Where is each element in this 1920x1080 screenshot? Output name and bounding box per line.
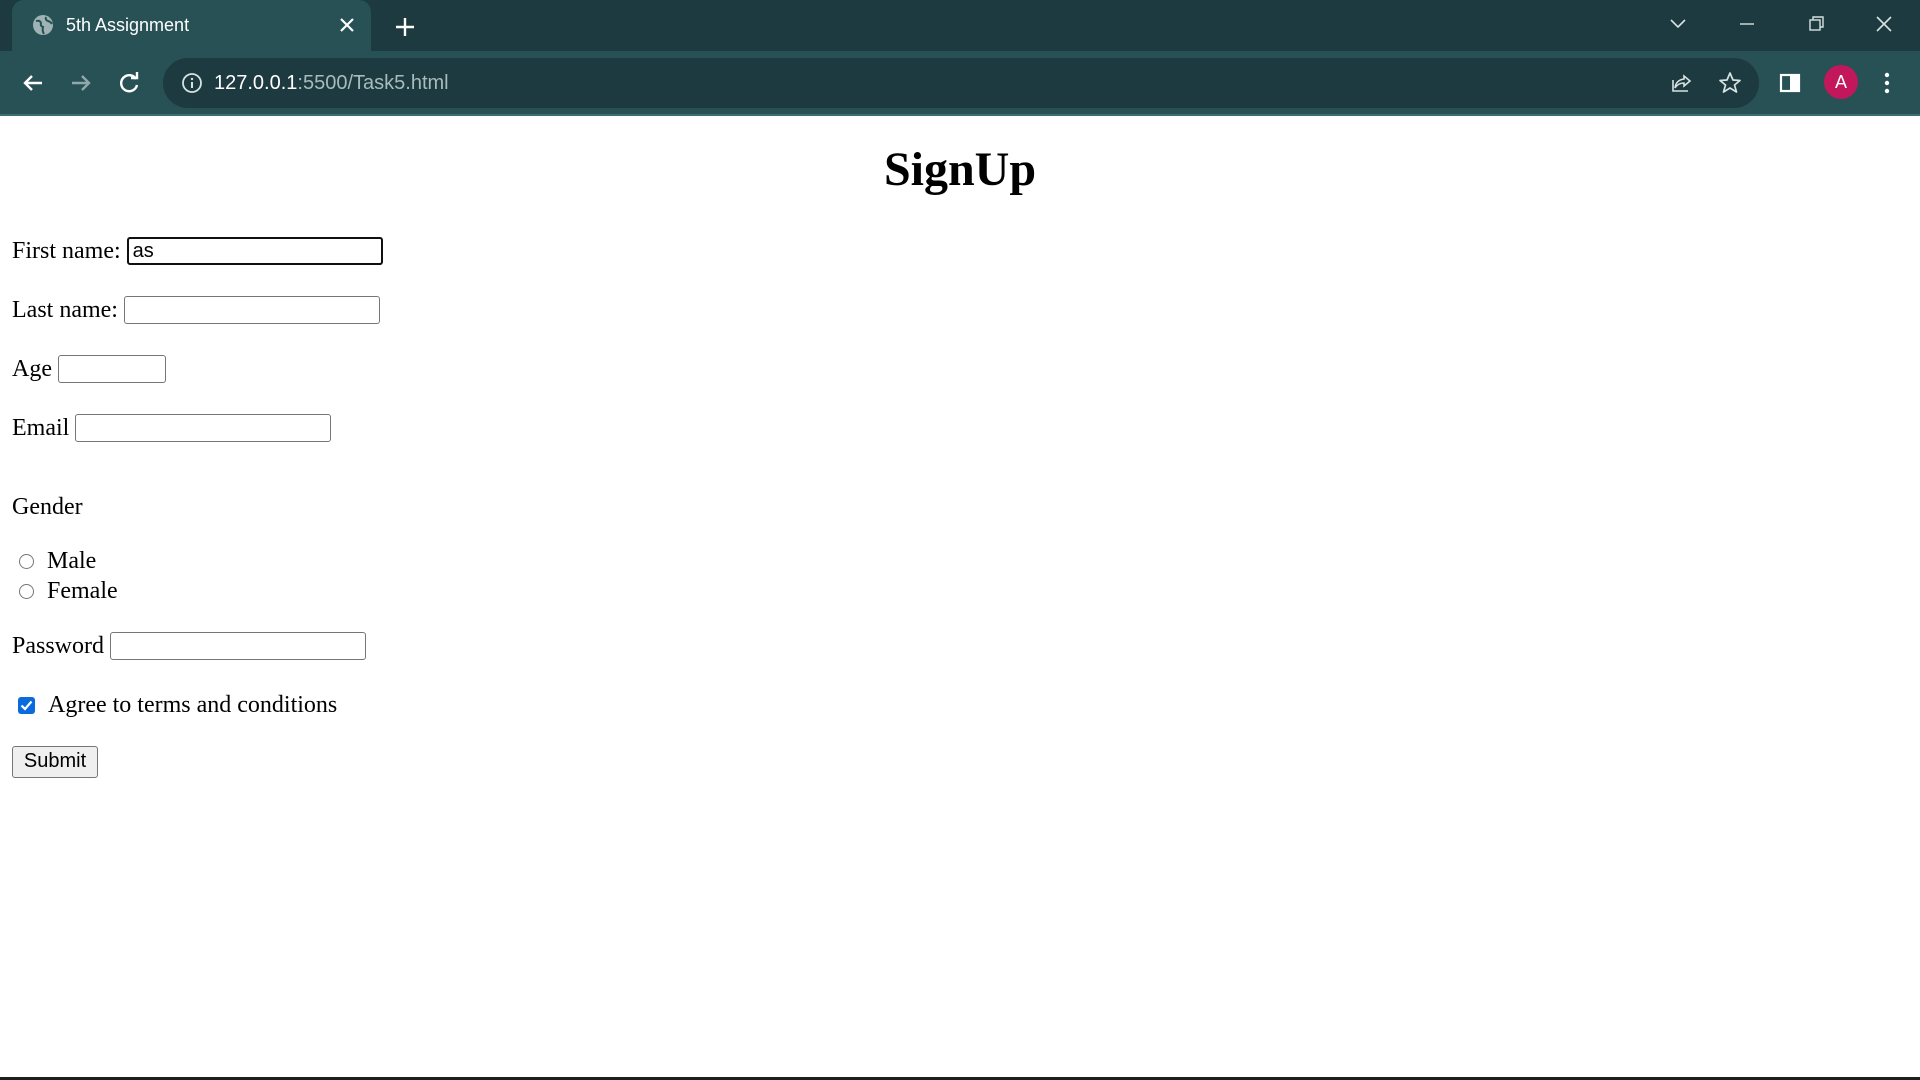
password-row: Password bbox=[12, 629, 367, 663]
share-icon[interactable] bbox=[1669, 70, 1695, 96]
close-icon[interactable] bbox=[338, 16, 356, 34]
gender-row: Gender bbox=[12, 490, 83, 524]
male-radio[interactable] bbox=[19, 553, 34, 569]
active-tab[interactable]: 5th Assignment bbox=[12, 0, 371, 51]
female-radio[interactable] bbox=[19, 583, 34, 599]
globe-icon bbox=[32, 14, 54, 36]
first-name-row: First name: bbox=[12, 234, 383, 268]
star-icon[interactable] bbox=[1717, 70, 1743, 96]
restore-icon[interactable] bbox=[1804, 12, 1828, 36]
side-panel-icon[interactable] bbox=[1775, 68, 1805, 98]
gender-option-male[interactable]: Male bbox=[11, 544, 96, 578]
url-host: 127.0.0.1 bbox=[214, 72, 298, 94]
tab-title: 5th Assignment bbox=[66, 15, 190, 35]
gender-label: Gender bbox=[12, 493, 83, 520]
minimize-icon[interactable] bbox=[1735, 12, 1759, 36]
first-name-label: First name: bbox=[12, 237, 121, 264]
last-name-input[interactable] bbox=[123, 296, 380, 324]
kebab-menu-icon[interactable] bbox=[1872, 68, 1902, 98]
tab-strip: 5th Assignment bbox=[0, 0, 1920, 51]
close-window-icon[interactable] bbox=[1872, 12, 1896, 36]
first-name-input[interactable] bbox=[126, 237, 383, 265]
age-label: Age bbox=[12, 355, 52, 382]
age-row: Age bbox=[12, 352, 166, 386]
plus-icon[interactable] bbox=[392, 14, 418, 40]
password-input[interactable] bbox=[110, 632, 367, 660]
browser-toolbar: 127.0.0.1:5500/Task5.html A bbox=[0, 51, 1920, 116]
back-arrow-icon[interactable] bbox=[18, 68, 48, 98]
terms-row: Agree to terms and conditions bbox=[11, 688, 337, 722]
url-path: :5500/Task5.html bbox=[297, 72, 449, 94]
chevron-down-icon[interactable] bbox=[1666, 12, 1690, 36]
submit-button[interactable]: Submit bbox=[12, 746, 98, 778]
terms-label: Agree to terms and conditions bbox=[48, 691, 338, 718]
female-label: Female bbox=[47, 577, 118, 604]
forward-arrow-icon[interactable] bbox=[66, 68, 96, 98]
email-row: Email bbox=[12, 411, 332, 445]
last-name-label: Last name: bbox=[12, 296, 118, 323]
email-label: Email bbox=[12, 414, 70, 441]
terms-checkbox[interactable] bbox=[18, 696, 35, 714]
gender-option-female[interactable]: Female bbox=[11, 574, 118, 608]
male-label: Male bbox=[47, 547, 97, 574]
page-title: SignUp bbox=[883, 143, 1037, 196]
page-content: SignUp First name: Last name: Age Email … bbox=[0, 116, 1920, 1078]
url-text: 127.0.0.1:5500/Task5.html bbox=[214, 72, 449, 94]
address-bar[interactable]: 127.0.0.1:5500/Task5.html bbox=[163, 58, 1759, 108]
password-label: Password bbox=[12, 632, 105, 659]
info-icon[interactable] bbox=[181, 72, 203, 94]
age-input[interactable] bbox=[57, 355, 166, 383]
last-name-row: Last name: bbox=[12, 293, 380, 327]
reload-icon[interactable] bbox=[114, 68, 144, 98]
avatar[interactable]: A bbox=[1824, 65, 1858, 99]
email-input[interactable] bbox=[75, 414, 332, 442]
